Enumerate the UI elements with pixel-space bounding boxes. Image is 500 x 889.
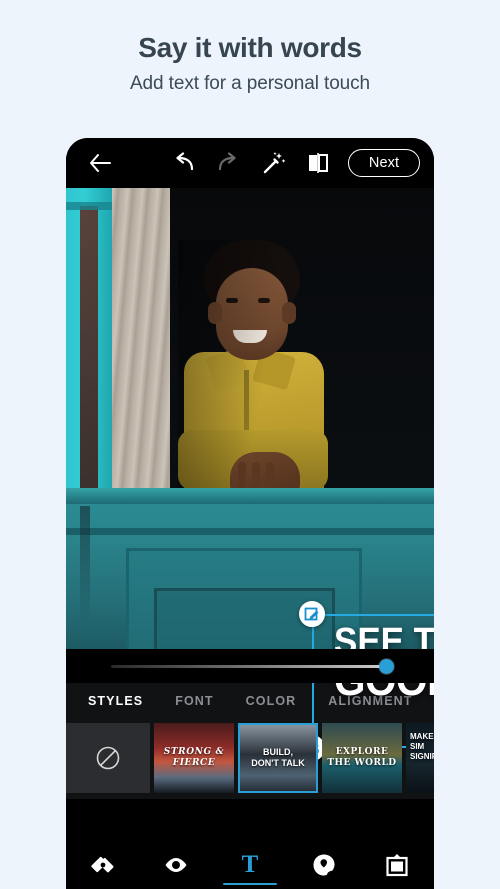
photo-canvas[interactable] [66, 188, 434, 649]
slider-thumb[interactable] [379, 659, 394, 674]
healing-patch-icon [91, 856, 114, 872]
eye-icon [165, 857, 187, 872]
style-thumbnail-list[interactable]: STRONG & FIERCE BUILD, DON'T TALK EXPLOR… [66, 719, 434, 799]
style-line-1: MAKE IT SIM [410, 731, 434, 751]
page-subtitle: Add text for a personal touch [129, 73, 371, 95]
nav-item-text[interactable]: T [220, 840, 280, 889]
style-thumb-strong-fierce[interactable]: STRONG & FIERCE [154, 723, 234, 793]
style-line-2: DON'T TALK [251, 758, 305, 768]
compare-before-after-icon [309, 153, 328, 173]
promo-screenshot: Say it with words Add text for a persona… [0, 0, 500, 889]
style-line-1: EXPLORE [335, 746, 389, 757]
active-tab-underline [222, 882, 277, 885]
back-arrow-icon [90, 154, 111, 172]
sticker-blob-icon [313, 854, 335, 876]
undo-icon [176, 152, 194, 171]
nav-item-looks[interactable] [146, 840, 206, 889]
frame-icon [386, 853, 408, 876]
nav-item-stickers[interactable] [294, 840, 354, 889]
style-thumb-label: STRONG & FIERCE [154, 747, 234, 770]
editor-toolbar: Next [66, 138, 434, 188]
magic-wand-icon [263, 152, 286, 174]
edit-text-handle[interactable] [299, 601, 325, 627]
no-style-icon [96, 746, 120, 770]
phone-frame: Next SEE T STYLES FONT COLOR ALIGNMENT S… [66, 138, 434, 889]
editor-bottom-nav: T [66, 840, 434, 889]
style-line-2: THE WORLD [327, 758, 397, 768]
style-line-1: STRONG & [163, 746, 225, 757]
opacity-slider[interactable] [66, 649, 434, 683]
tab-styles[interactable]: STYLES [72, 683, 159, 719]
style-line-2: FIERCE [172, 758, 216, 768]
tab-color[interactable]: COLOR [230, 683, 313, 719]
pencil-edit-icon [304, 607, 319, 621]
redo-button[interactable] [216, 152, 240, 174]
edited-photo [66, 188, 434, 649]
auto-enhance-button[interactable] [262, 151, 286, 175]
tab-font[interactable]: FONT [159, 683, 229, 719]
slider-track[interactable] [111, 665, 389, 668]
style-thumb-label: EXPLORE THE WORLD [322, 747, 402, 770]
promo-header: Say it with words Add text for a persona… [0, 0, 500, 95]
style-thumb-make-it-significant[interactable]: MAKE IT SIM SIGNIFIC [406, 723, 434, 793]
redo-icon [218, 152, 236, 171]
nav-item-frames[interactable] [367, 840, 427, 889]
next-button[interactable]: Next [348, 149, 420, 177]
style-thumb-label: MAKE IT SIM SIGNIFIC [406, 732, 434, 762]
undo-button[interactable] [172, 152, 196, 174]
page-title: Say it with words [138, 32, 362, 63]
compare-button[interactable] [306, 151, 330, 175]
nav-item-heal[interactable] [73, 840, 133, 889]
style-thumb-explore-the-world[interactable]: EXPLORE THE WORLD [322, 723, 402, 793]
style-thumb-none[interactable] [66, 723, 150, 793]
style-line-2: SIGNIFIC [410, 751, 434, 761]
text-t-icon: T [241, 851, 259, 878]
style-line-1: BUILD, [263, 746, 293, 757]
back-button[interactable] [88, 152, 112, 174]
style-thumb-build-dont-talk[interactable]: BUILD, DON'T TALK [238, 723, 318, 793]
style-thumb-label: BUILD, DON'T TALK [238, 747, 318, 770]
